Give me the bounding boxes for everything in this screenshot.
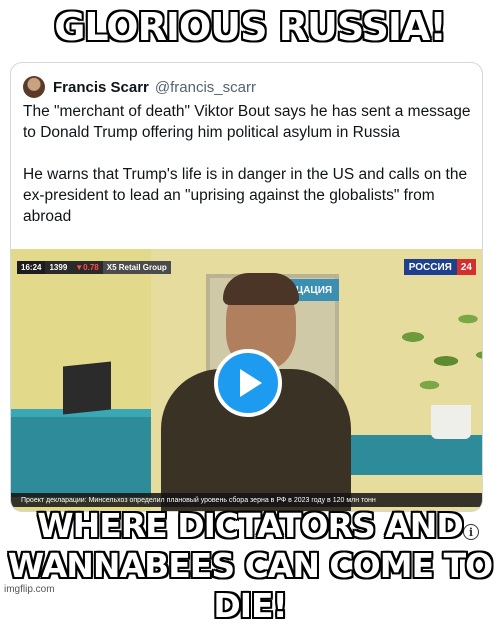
chyron-index-value: 1399	[45, 261, 72, 274]
play-icon	[240, 369, 262, 397]
meme-top-caption: GLORIOUS RUSSIA!	[54, 5, 447, 49]
chyron-time: 16:24	[17, 261, 46, 274]
avatar[interactable]	[23, 76, 45, 98]
channel-name: РОССИЯ	[403, 259, 457, 275]
video-scene-monitor	[63, 361, 111, 415]
video-scene-counter	[11, 417, 151, 497]
author-handle[interactable]: @francis_scarr	[155, 79, 256, 96]
tweet-paragraph-2: He warns that Trump's life is in danger …	[23, 166, 468, 225]
video-scene-shelf	[351, 435, 482, 475]
tweet-header: Francis Scarr @francis_scarr	[23, 73, 256, 101]
video-scene-person-hair	[223, 273, 299, 305]
video-market-chyron: 16:24 1399 ▼0.78 X5 Retail Group	[17, 261, 171, 274]
chyron-ticker-name: X5 Retail Group	[102, 261, 171, 274]
meme-bottom-caption: WHERE DICTATORS AND WANNABEES CAN COME T…	[0, 506, 500, 626]
author-name[interactable]: Francis Scarr	[53, 79, 149, 96]
chyron-index-change: ▼0.78	[71, 261, 103, 274]
video-scene-plant	[391, 289, 482, 409]
video-scene-plant-pot	[431, 405, 471, 439]
video-player[interactable]: ЦАЦИЯ 16:24 1399 ▼0.78 X5 Retail Group Р…	[11, 249, 482, 511]
play-button[interactable]	[214, 349, 282, 417]
channel-logo: РОССИЯ 24	[403, 259, 476, 275]
video-news-ticker: Проект декларации: Минсельхоз определил …	[11, 493, 482, 507]
meme-bottom-caption-line2: WANNABEES CAN COME TO DIE!	[7, 546, 493, 625]
tweet-text: The "merchant of death" Viktor Bout says…	[23, 101, 473, 248]
tweet-paragraph-1: The "merchant of death" Viktor Bout says…	[23, 103, 471, 141]
channel-number: 24	[456, 259, 476, 275]
meme-bottom-caption-line1: WHERE DICTATORS AND	[37, 506, 464, 545]
embedded-tweet[interactable]: Francis Scarr @francis_scarr The "mercha…	[10, 62, 483, 512]
